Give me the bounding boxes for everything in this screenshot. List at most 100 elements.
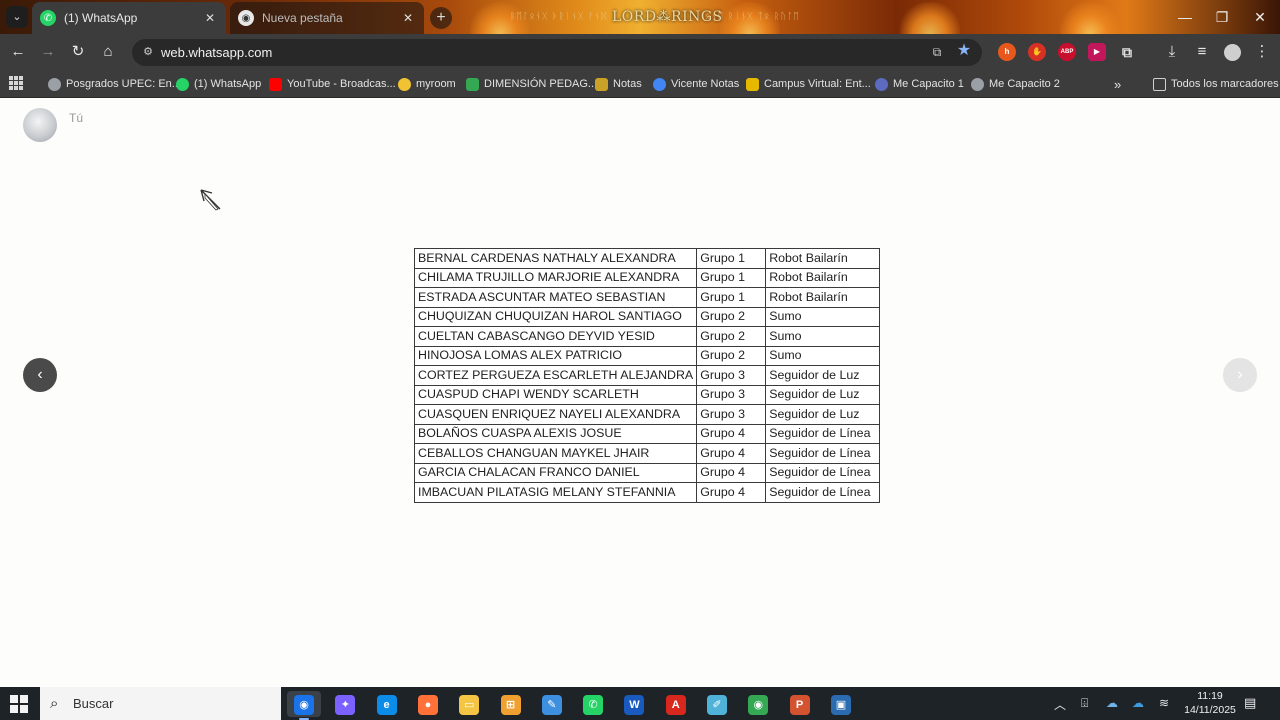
whatsapp-media-viewer: Tú ‹ › BERNAL CARDENAS NATHALY ALEXANDRA… bbox=[0, 99, 1280, 687]
site-info-icon[interactable]: ⚙ bbox=[140, 44, 156, 60]
reading-list-icon[interactable]: ≡ bbox=[1190, 40, 1214, 64]
tab-label: Nueva pestaña bbox=[262, 11, 343, 25]
windows-start-icon[interactable] bbox=[10, 695, 28, 713]
bookmark-campus-virtual[interactable]: Campus Virtual: Ent... bbox=[746, 75, 871, 93]
table-row: BOLAÑOS CUASPA ALEXIS JOSUE Grupo 4 Seguid… bbox=[413, 423, 881, 444]
table-row: CUASPUD CHAPI WENDY SCARLETH Grupo 3 Segui… bbox=[413, 384, 881, 405]
system-clock[interactable]: 11:19 14/11/2025 bbox=[1178, 689, 1242, 717]
apps-grid-icon[interactable] bbox=[9, 76, 23, 90]
file-explorer-glyph-icon: ▭ bbox=[459, 694, 480, 715]
bookmark-posgrados-upec[interactable]: Posgrados UPEC: En... bbox=[48, 75, 181, 93]
hand-extension-icon[interactable]: ✋ bbox=[1028, 43, 1046, 61]
taskbar-search-box[interactable]: ⌕ Buscar bbox=[40, 687, 281, 720]
table-row: CORTEZ PERGUEZA ESCARLETH ALEJANDRA Grupo… bbox=[413, 365, 881, 386]
student-name-cell: HINOJOSA LOMAS ALEX PATRICIO bbox=[413, 345, 698, 366]
browser-tab-strip: ⌄ ✆ (1) WhatsApp ✕ ◉ Nueva pestaña ✕ + ᛒ… bbox=[0, 0, 1280, 34]
bookmark-dimension-pedag[interactable]: DIMENSIÓN PEDAG... bbox=[466, 75, 597, 93]
show-hidden-icons-icon[interactable]: ︿ bbox=[1054, 696, 1066, 713]
bookmark-myroom[interactable]: myroom bbox=[398, 75, 456, 93]
chrome-icon: ◉ bbox=[238, 10, 254, 26]
whatsapp-icon: ✆ bbox=[40, 10, 56, 26]
reload-button[interactable]: ↻ bbox=[66, 40, 90, 64]
group-cell: Grupo 2 bbox=[696, 326, 767, 347]
activity-cell: Sumo bbox=[765, 326, 881, 347]
student-name-cell: BOLAÑOS CUASPA ALEXIS JOSUE bbox=[413, 423, 698, 444]
student-name-cell: CHUQUIZAN CHUQUIZAN HAROL SANTIAGO bbox=[413, 306, 698, 327]
minimize-button[interactable]: — bbox=[1166, 0, 1204, 34]
onedrive-business-icon[interactable]: ☁ bbox=[1132, 696, 1144, 710]
close-tab-icon[interactable]: ✕ bbox=[202, 10, 218, 26]
extensions-puzzle-icon[interactable]: ⧉ bbox=[1118, 43, 1136, 61]
bookmark-vicente-notas[interactable]: Vicente Notas bbox=[653, 75, 739, 93]
bookmark-whatsapp[interactable]: (1) WhatsApp bbox=[176, 75, 261, 93]
bookmark-me-capacito-1[interactable]: Me Capacito 1 bbox=[875, 75, 964, 93]
whatsapp-glyph-icon: ✆ bbox=[583, 694, 604, 715]
chrome-profile-taskbar-icon[interactable]: ◉ bbox=[741, 691, 775, 717]
tab-whatsapp[interactable]: ✆ (1) WhatsApp ✕ bbox=[32, 2, 226, 34]
next-media-button[interactable]: › bbox=[1223, 358, 1257, 392]
bookmark-notas[interactable]: Notas bbox=[595, 75, 642, 93]
edge-taskbar-icon[interactable]: e bbox=[370, 691, 404, 717]
group-cell: Grupo 1 bbox=[696, 248, 767, 269]
menu-kebab-icon[interactable]: ⋮ bbox=[1250, 40, 1274, 64]
all-bookmarks-folder[interactable]: Todos los marcadores bbox=[1153, 75, 1279, 93]
table-row: BERNAL CARDENAS NATHALY ALEXANDRA Grupo 1… bbox=[413, 248, 881, 269]
sender-avatar[interactable] bbox=[23, 108, 57, 142]
device-tray-icon[interactable]: ⌹ bbox=[1081, 696, 1088, 711]
acrobat-taskbar-icon[interactable]: A bbox=[659, 691, 693, 717]
home-button[interactable]: ⌂ bbox=[96, 40, 120, 64]
bookmarks-overflow-button[interactable]: » bbox=[1114, 75, 1121, 93]
search-icon: ⌕ bbox=[50, 695, 59, 712]
notifications-icon[interactable]: ▤ bbox=[1244, 695, 1256, 711]
downloads-icon[interactable]: ⤓ bbox=[1160, 40, 1184, 64]
bookmark-youtube[interactable]: YouTube - Broadcas... bbox=[269, 75, 396, 93]
chrome-taskbar-icon[interactable]: ◉ bbox=[287, 691, 321, 720]
copilot-taskbar-icon[interactable]: ✦ bbox=[328, 691, 362, 717]
activity-cell: Seguidor de Luz bbox=[765, 365, 881, 386]
adblock-plus-icon[interactable]: ABP bbox=[1058, 43, 1076, 61]
tab-search-button[interactable]: ⌄ bbox=[6, 6, 28, 28]
close-tab-icon[interactable]: ✕ bbox=[400, 10, 416, 26]
sender-name: Tú bbox=[69, 111, 84, 125]
bookmark-star-icon[interactable]: ★ bbox=[955, 42, 973, 60]
video-extension-icon[interactable]: ▶ bbox=[1088, 43, 1106, 61]
file-explorer-taskbar-icon[interactable]: ▭ bbox=[452, 691, 486, 717]
student-name-cell: CEBALLOS CHANGUAN MAYKEL JHAIR bbox=[413, 443, 698, 464]
address-bar[interactable]: ⚙ web.whatsapp.com ⧉ ★ bbox=[132, 39, 982, 66]
mouse-cursor-icon bbox=[200, 189, 221, 211]
bookmark-me-capacito-2[interactable]: Me Capacito 2 bbox=[971, 75, 1060, 93]
restore-button[interactable]: ❐ bbox=[1203, 0, 1241, 34]
bookmark-label: (1) WhatsApp bbox=[194, 78, 262, 90]
whatsapp-taskbar-icon[interactable]: ✆ bbox=[576, 691, 610, 717]
word-taskbar-icon[interactable]: W bbox=[617, 691, 651, 717]
group-cell: Grupo 3 bbox=[696, 365, 767, 386]
firefox-glyph-icon: ● bbox=[417, 694, 438, 715]
bookmark-label: DIMENSIÓN PEDAG... bbox=[484, 78, 598, 90]
previous-media-button[interactable]: ‹ bbox=[23, 358, 57, 392]
firefox-taskbar-icon[interactable]: ● bbox=[411, 691, 445, 717]
onedrive-icon[interactable]: ☁ bbox=[1106, 696, 1118, 710]
copilot-glyph-icon: ✦ bbox=[335, 694, 356, 715]
folder-pen-glyph-icon: ✎ bbox=[541, 694, 562, 715]
honey-extension-icon[interactable]: h bbox=[998, 43, 1016, 61]
table-row: ESTRADA ASCUNTAR MATEO SEBASTIAN Grupo 1R… bbox=[413, 287, 881, 308]
profile-avatar-icon[interactable] bbox=[1220, 40, 1244, 64]
tab-new-tab[interactable]: ◉ Nueva pestaña ✕ bbox=[230, 2, 424, 34]
notepad-taskbar-icon[interactable]: ✐ bbox=[700, 691, 734, 717]
close-window-button[interactable]: ✕ bbox=[1241, 0, 1279, 34]
install-app-icon[interactable]: ⧉ bbox=[928, 44, 946, 60]
student-name-cell: CHILAMA TRUJILLO MARJORIE ALEXANDRA bbox=[413, 267, 698, 288]
student-name-cell: BERNAL CARDENAS NATHALY ALEXANDRA bbox=[413, 248, 698, 269]
activity-cell: Robot Bailarín bbox=[765, 267, 881, 288]
forward-button[interactable]: → bbox=[36, 40, 60, 64]
store-taskbar-icon[interactable]: ⊞ bbox=[494, 691, 528, 717]
table-row: CUASQUEN ENRIQUEZ NAYELI ALEXANDRA Grupo … bbox=[413, 404, 881, 425]
powerpoint-taskbar-icon[interactable]: P bbox=[783, 691, 817, 717]
new-tab-button[interactable]: + bbox=[430, 7, 452, 29]
back-button[interactable]: ← bbox=[6, 40, 30, 64]
whatsapp-icon bbox=[176, 77, 189, 91]
powerpoint-glyph-icon: P bbox=[789, 694, 810, 715]
folder-pen-taskbar-icon[interactable]: ✎ bbox=[535, 691, 569, 717]
wifi-icon[interactable]: ≋ bbox=[1159, 696, 1169, 710]
remote-desktop-taskbar-icon[interactable]: ▣ bbox=[824, 691, 858, 717]
